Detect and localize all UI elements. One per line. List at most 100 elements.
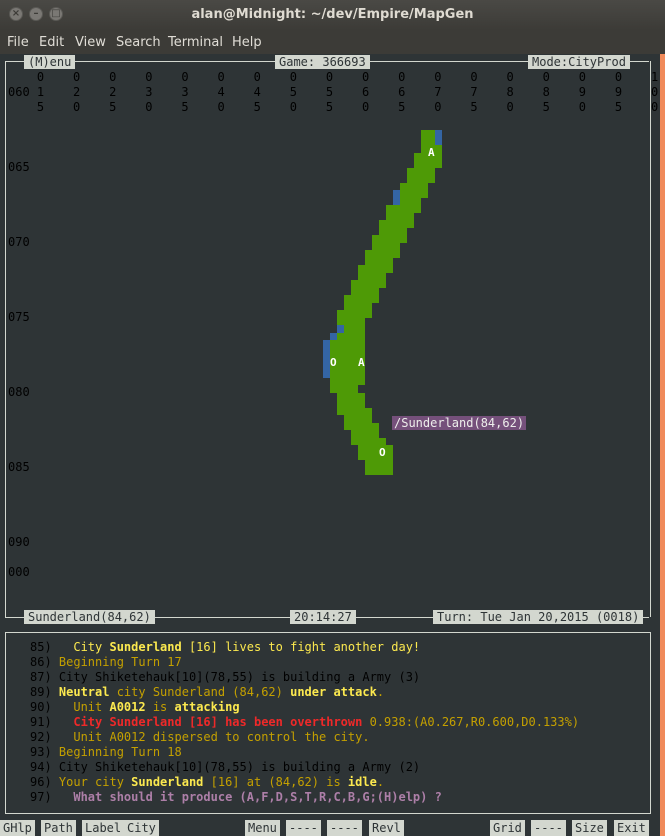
land-cell[interactable] [414, 182, 421, 190]
fkey-exit-button[interactable]: Exit [614, 820, 649, 836]
land-cell[interactable] [351, 347, 358, 355]
land-cell[interactable] [337, 385, 344, 393]
land-cell[interactable] [372, 452, 379, 460]
land-cell[interactable] [386, 220, 393, 228]
land-cell[interactable] [414, 152, 421, 160]
land-cell[interactable] [393, 212, 400, 220]
land-cell[interactable] [372, 235, 379, 243]
land-cell[interactable] [372, 295, 379, 303]
fkey-blank-button[interactable]: ---- [286, 820, 321, 836]
land-cell[interactable] [372, 437, 379, 445]
land-cell[interactable] [358, 302, 365, 310]
land-cell[interactable] [344, 340, 351, 348]
land-cell[interactable] [414, 205, 421, 213]
land-cell[interactable] [344, 355, 351, 363]
land-cell[interactable] [379, 467, 386, 475]
land-cell[interactable] [372, 467, 379, 475]
land-cell[interactable] [337, 332, 344, 340]
land-cell[interactable] [421, 182, 428, 190]
land-cell[interactable] [344, 385, 351, 393]
sea-cell[interactable] [323, 355, 330, 363]
land-cell[interactable] [365, 415, 372, 423]
fkey-grid-button[interactable]: Grid [490, 820, 525, 836]
land-cell[interactable] [344, 415, 351, 423]
land-cell[interactable] [365, 257, 372, 265]
menu-view[interactable]: View [75, 35, 106, 50]
land-cell[interactable] [365, 452, 372, 460]
land-cell[interactable] [351, 430, 358, 438]
sea-cell[interactable] [435, 137, 442, 145]
land-cell[interactable] [344, 392, 351, 400]
menu-search[interactable]: Search [116, 35, 161, 50]
land-cell[interactable] [358, 280, 365, 288]
land-cell[interactable] [365, 422, 372, 430]
land-cell[interactable] [372, 242, 379, 250]
land-cell[interactable] [379, 437, 386, 445]
land-cell[interactable] [351, 370, 358, 378]
land-cell[interactable] [386, 460, 393, 468]
land-cell[interactable] [358, 325, 365, 333]
land-cell[interactable] [344, 400, 351, 408]
land-cell[interactable] [337, 310, 344, 318]
sea-cell[interactable] [393, 197, 400, 205]
land-cell[interactable] [337, 355, 344, 363]
land-cell[interactable] [351, 407, 358, 415]
land-cell[interactable] [365, 467, 372, 475]
land-cell[interactable] [351, 400, 358, 408]
land-cell[interactable] [414, 167, 421, 175]
land-cell[interactable] [386, 212, 393, 220]
land-cell[interactable] [351, 362, 358, 370]
land-cell[interactable] [351, 340, 358, 348]
sea-cell[interactable] [323, 340, 330, 348]
land-cell[interactable] [379, 235, 386, 243]
land-cell[interactable] [365, 280, 372, 288]
land-cell[interactable] [344, 377, 351, 385]
land-cell[interactable] [393, 205, 400, 213]
land-cell[interactable] [351, 310, 358, 318]
land-cell[interactable] [372, 265, 379, 273]
land-cell[interactable] [358, 287, 365, 295]
land-cell[interactable] [435, 160, 442, 168]
land-cell[interactable] [358, 295, 365, 303]
fkey-blank-button[interactable]: ---- [531, 820, 566, 836]
menu-label[interactable]: (M)enu [24, 55, 76, 69]
land-cell[interactable] [358, 265, 365, 273]
land-cell[interactable] [365, 272, 372, 280]
sea-cell[interactable] [393, 190, 400, 198]
land-cell[interactable] [386, 452, 393, 460]
land-cell[interactable] [407, 220, 414, 228]
land-cell[interactable] [351, 377, 358, 385]
land-cell[interactable] [330, 340, 337, 348]
land-cell[interactable] [351, 287, 358, 295]
land-cell[interactable] [379, 257, 386, 265]
land-cell[interactable] [344, 347, 351, 355]
land-cell[interactable] [421, 190, 428, 198]
land-cell[interactable] [344, 302, 351, 310]
land-cell[interactable] [407, 205, 414, 213]
land-cell[interactable] [421, 145, 428, 153]
land-cell[interactable] [351, 302, 358, 310]
sea-cell[interactable] [323, 362, 330, 370]
land-cell[interactable] [351, 332, 358, 340]
land-cell[interactable] [365, 310, 372, 318]
land-cell[interactable] [358, 317, 365, 325]
land-cell[interactable] [407, 182, 414, 190]
land-cell[interactable] [372, 430, 379, 438]
land-cell[interactable] [358, 340, 365, 348]
menu-terminal[interactable]: Terminal [168, 35, 223, 50]
land-cell[interactable] [351, 317, 358, 325]
land-cell[interactable] [428, 130, 435, 138]
land-cell[interactable] [358, 332, 365, 340]
land-cell[interactable] [421, 152, 428, 160]
land-cell[interactable] [379, 265, 386, 273]
land-cell[interactable] [400, 235, 407, 243]
land-cell[interactable] [421, 175, 428, 183]
land-cell[interactable] [337, 400, 344, 408]
land-cell[interactable] [372, 445, 379, 453]
land-cell[interactable] [337, 392, 344, 400]
land-cell[interactable] [358, 437, 365, 445]
land-cell[interactable] [414, 160, 421, 168]
land-cell[interactable] [400, 197, 407, 205]
land-cell[interactable] [400, 182, 407, 190]
land-cell[interactable] [386, 227, 393, 235]
